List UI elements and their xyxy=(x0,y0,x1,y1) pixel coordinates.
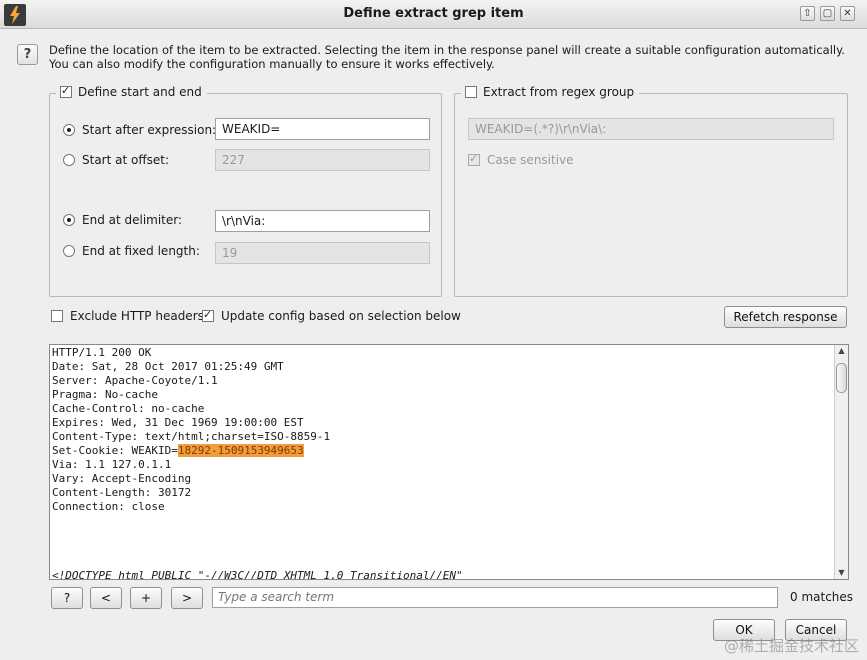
response-line: Connection: close xyxy=(52,500,165,513)
help-button[interactable]: ? xyxy=(17,44,38,65)
window-title: Define extract grep item xyxy=(343,6,524,21)
search-previous-button[interactable]: < xyxy=(90,587,122,609)
define-start-end-legend[interactable]: Define start and end xyxy=(56,84,207,99)
response-line: Content-Type: text/html;charset=ISO-8859… xyxy=(52,430,331,443)
search-help-button[interactable]: ? xyxy=(51,587,83,609)
update-config-option[interactable]: Update config based on selection below xyxy=(202,308,461,323)
end-length-radio[interactable] xyxy=(63,245,75,257)
regex-input: WEAKID=(.*?)\r\nVia\: xyxy=(468,118,834,140)
case-sensitive-checkbox xyxy=(468,152,480,166)
exclude-headers-checkbox[interactable] xyxy=(51,310,63,322)
end-delimiter-label: End at delimiter: xyxy=(82,213,183,227)
start-offset-radio[interactable] xyxy=(63,154,75,166)
update-config-label: Update config based on selection below xyxy=(221,309,461,323)
response-line: Date: Sat, 28 Oct 2017 01:25:49 GMT xyxy=(52,360,284,373)
start-after-input[interactable]: WEAKID= xyxy=(215,118,430,140)
response-line: Pragma: No-cache xyxy=(52,388,158,401)
scroll-down-icon[interactable]: ▼ xyxy=(835,567,848,579)
response-line: Server: Apache-Coyote/1.1 xyxy=(52,374,218,387)
update-config-checkbox[interactable] xyxy=(202,308,214,322)
response-panel[interactable]: HTTP/1.1 200 OK Date: Sat, 28 Oct 2017 0… xyxy=(49,344,849,580)
response-line: Expires: Wed, 31 Dec 1969 19:00:00 EST xyxy=(52,416,304,429)
end-delimiter-option[interactable]: End at delimiter: xyxy=(63,213,182,227)
response-line: HTTP/1.1 200 OK xyxy=(52,346,152,359)
watermark: @稀土掘金技术社区 xyxy=(723,637,859,655)
start-offset-option[interactable]: Start at offset: xyxy=(63,153,169,167)
close-icon[interactable]: ✕ xyxy=(840,6,855,21)
response-line: Cache-Control: no-cache xyxy=(52,402,205,415)
start-after-label: Start after expression: xyxy=(82,123,217,137)
regex-group-legend[interactable]: Extract from regex group xyxy=(461,85,640,99)
set-cookie-line: Set-Cookie: WEAKID=18292-1509153949653 xyxy=(52,444,330,458)
set-cookie-prefix: Set-Cookie: WEAKID= xyxy=(52,444,178,457)
description-line-2: You can also modify the configuration ma… xyxy=(49,57,495,71)
restore-icon[interactable]: ▢ xyxy=(820,6,835,21)
maximize-up-icon[interactable]: ⇧ xyxy=(800,6,815,21)
response-text[interactable]: HTTP/1.1 200 OK Date: Sat, 28 Oct 2017 0… xyxy=(52,346,330,514)
start-offset-input: 227 xyxy=(215,149,430,171)
regex-group-label: Extract from regex group xyxy=(483,85,635,99)
case-sensitive-label: Case sensitive xyxy=(487,153,574,167)
scroll-up-icon[interactable]: ▲ xyxy=(835,345,848,357)
description-line-1: Define the location of the item to be ex… xyxy=(49,43,845,57)
title-bar: Define extract grep item ⇧ ▢ ✕ xyxy=(0,0,867,29)
description: Define the location of the item to be ex… xyxy=(49,43,849,71)
search-input[interactable]: Type a search term xyxy=(212,587,778,608)
regex-group-checkbox[interactable] xyxy=(465,86,477,98)
end-delimiter-input[interactable]: \r\nVia: xyxy=(215,210,430,232)
refetch-response-button[interactable]: Refetch response xyxy=(724,306,847,328)
case-sensitive-option: Case sensitive xyxy=(468,152,574,167)
response-line: Via: 1.1 127.0.1.1 xyxy=(52,458,172,471)
end-delimiter-radio[interactable] xyxy=(63,214,75,226)
match-count: 0 matches xyxy=(790,590,854,604)
start-after-radio[interactable] xyxy=(63,124,75,136)
scrollbar-thumb[interactable] xyxy=(836,363,847,393)
selected-cookie-value[interactable]: 18292-1509153949653 xyxy=(177,444,304,457)
response-line: Vary: Accept-Encoding xyxy=(52,472,192,485)
start-offset-label: Start at offset: xyxy=(82,153,169,167)
end-length-label: End at fixed length: xyxy=(82,244,200,258)
define-start-end-checkbox[interactable] xyxy=(60,84,72,98)
start-after-option[interactable]: Start after expression: xyxy=(63,123,216,137)
define-start-end-label: Define start and end xyxy=(78,85,202,99)
response-scrollbar[interactable]: ▲ ▼ xyxy=(834,345,848,579)
exclude-headers-label: Exclude HTTP headers xyxy=(70,309,204,323)
search-add-button[interactable]: + xyxy=(130,587,162,609)
end-length-option[interactable]: End at fixed length: xyxy=(63,244,200,258)
exclude-headers-option[interactable]: Exclude HTTP headers xyxy=(51,309,204,323)
doctype-line: <!DOCTYPE html PUBLIC "-//W3C//DTD XHTML… xyxy=(52,569,463,580)
response-line: Content-Length: 30172 xyxy=(52,486,192,499)
search-next-button[interactable]: > xyxy=(171,587,203,609)
end-length-input: 19 xyxy=(215,242,430,264)
